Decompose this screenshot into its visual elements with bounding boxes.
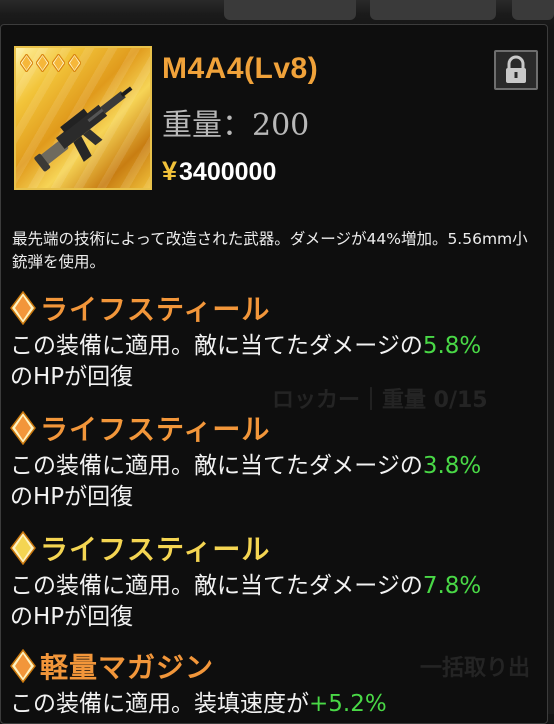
skill-description: この装備に適用。装填速度が+5.2% [10,689,540,720]
item-icon-frame [14,46,152,190]
skill-header: ライフスティール [10,288,540,328]
diamond-icon [10,649,36,683]
skill-percent: 5.8% [422,333,482,359]
diamond-icon [10,531,36,565]
diamond-icon [10,291,36,325]
skill-percent: 7.8% [422,573,482,599]
rifle-icon [34,86,133,172]
price-value: 3400000 [179,158,277,186]
skill-desc-text: のHPが回復 [10,484,134,510]
diamond-icon [10,411,36,445]
skill-description: この装備に適用。敵に当てたダメージの3.8% のHPが回復 [10,451,540,513]
item-title: M4A4(Lv8) [162,52,319,85]
lock-button[interactable] [494,50,538,90]
skill-header: ライフスティール [10,528,540,568]
skill-desc-text: のHPが回復 [10,364,134,390]
skill-description: この装備に適用。敵に当てたダメージの5.8% のHPが回復 [10,331,540,393]
skill-header: ライフスティール [10,408,540,448]
skill-entry: ライフスティールこの装備に適用。敵に当てたダメージの5.8% のHPが回復 [10,288,540,393]
lock-icon [506,55,526,83]
item-weight: 重量：200 [162,108,310,143]
skill-desc-text: のHPが回復 [10,604,134,630]
skill-desc-text: この装備に適用。敵に当てたダメージの [10,333,423,359]
background-tab [512,0,554,20]
yen-icon: ¥ [162,156,178,186]
skill-entry: ライフスティールこの装備に適用。敵に当てたダメージの3.8% のHPが回復 [10,408,540,513]
skill-desc-text: この装備に適用。装填速度が [10,691,309,717]
skill-description: この装備に適用。敵に当てたダメージの7.8% のHPが回復 [10,571,540,633]
skill-name: ライフスティール [40,413,271,446]
skill-percent: 3.8% [422,453,482,479]
background-tab [370,0,496,20]
skill-name: 軽量マガジン [40,651,215,684]
skill-desc-text: この装備に適用。敵に当てたダメージの [10,453,423,479]
skill-entry: ライフスティールこの装備に適用。敵に当てたダメージの7.8% のHPが回復 [10,528,540,633]
skill-name: ライフスティール [40,293,271,326]
skill-desc-text: この装備に適用。敵に当てたダメージの [10,573,423,599]
item-price: ¥ 3400000 [162,156,276,187]
skill-name: ライフスティール [40,533,271,566]
item-description: 最先端の技術によって改造された武器。ダメージが44%増加。5.56mm小銃弾を使… [12,230,528,271]
background-tab [224,0,356,20]
skill-percent: +5.2% [309,691,387,717]
skill-entry: 軽量マガジンこの装備に適用。装填速度が+5.2% [10,646,540,720]
skill-header: 軽量マガジン [10,646,540,686]
